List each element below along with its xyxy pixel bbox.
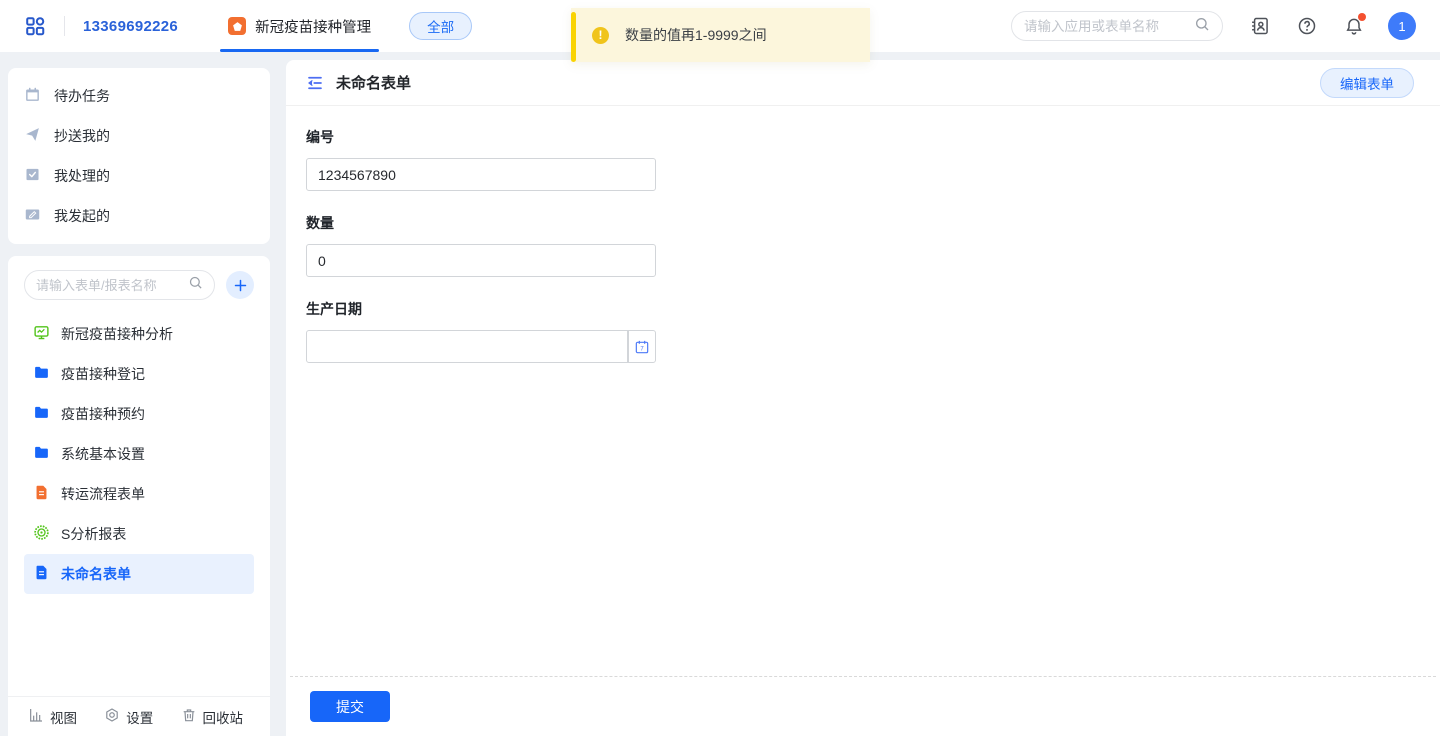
number-field[interactable] [306, 158, 656, 191]
user-phone-number[interactable]: 13369692226 [83, 18, 178, 35]
edit-form-button[interactable]: 编辑表单 [1320, 68, 1414, 98]
footer-label: 设置 [126, 707, 153, 727]
app-logo-icon [228, 17, 246, 35]
tab-vaccine-management[interactable]: 新冠疫苗接种管理 [220, 0, 379, 52]
svg-text:7: 7 [640, 346, 644, 352]
sidebar-item-label: 抄送我的 [54, 126, 110, 146]
user-avatar[interactable]: 1 [1388, 12, 1416, 40]
main-panel: 未命名表单 编辑表单 编号 数量 生产日期 [286, 60, 1440, 736]
footer-label: 视图 [50, 707, 77, 727]
sidebar-item-label: 我处理的 [54, 166, 110, 186]
list-item-vaccine-registration[interactable]: 疫苗接种登记 [24, 354, 254, 394]
list-item-vaccine-appointment[interactable]: 疫苗接种预约 [24, 394, 254, 434]
date-picker-button[interactable]: 7 [628, 330, 656, 363]
list-item-label: S分析报表 [61, 524, 126, 544]
field-label: 编号 [306, 127, 1440, 147]
field-quantity: 数量 [306, 213, 1440, 277]
toast-accent-bar [571, 12, 576, 62]
clipboard-check-icon [24, 166, 41, 186]
toast-message: 数量的值再1-9999之间 [625, 25, 767, 45]
sidebar-forms-panel: 新冠疫苗接种分析 疫苗接种登记 疫苗接种预约 [8, 256, 270, 736]
field-label: 生产日期 [306, 299, 1440, 319]
notification-dot [1358, 13, 1366, 21]
calendar-icon: 7 [634, 339, 650, 355]
sidebar-footer: 视图 设置 回收站 [8, 696, 270, 736]
views-button[interactable]: 视图 [28, 707, 77, 727]
dashboard-icon [33, 324, 50, 344]
list-item-system-settings[interactable]: 系统基本设置 [24, 434, 254, 474]
send-icon [24, 126, 41, 146]
bar-chart-icon [28, 707, 44, 726]
global-search-input[interactable] [1024, 19, 1186, 34]
settings-icon [104, 707, 120, 726]
document-icon [33, 564, 50, 584]
document-icon [33, 484, 50, 504]
folder-icon [33, 364, 50, 384]
list-item-vaccine-analysis[interactable]: 新冠疫苗接种分析 [24, 314, 254, 354]
quantity-field[interactable] [306, 244, 656, 277]
global-search[interactable] [1011, 11, 1223, 41]
list-item-s-analysis-report[interactable]: S分析报表 [24, 514, 254, 554]
collapse-sidebar-icon[interactable] [306, 74, 324, 92]
field-number: 编号 [306, 127, 1440, 191]
form-search[interactable] [24, 270, 215, 300]
form-search-input[interactable] [36, 278, 182, 293]
notifications-bell-icon[interactable] [1344, 16, 1364, 36]
divider [64, 16, 65, 36]
field-production-date: 生产日期 7 [306, 299, 1440, 363]
tab-label: 新冠疫苗接种管理 [255, 16, 371, 37]
filter-all-button[interactable]: 全部 [409, 12, 472, 40]
footer-label: 回收站 [203, 707, 244, 727]
list-item-transport-flow-form[interactable]: 转运流程表单 [24, 474, 254, 514]
target-icon [33, 524, 50, 544]
list-item-unnamed-form[interactable]: 未命名表单 [24, 554, 254, 594]
page-title: 未命名表单 [336, 72, 411, 93]
sidebar-quick-panel: 待办任务 抄送我的 我处理的 [8, 68, 270, 244]
sidebar-item-label: 待办任务 [54, 86, 110, 106]
sidebar-item-todo-tasks[interactable]: 待办任务 [24, 76, 254, 116]
recycle-bin-button[interactable]: 回收站 [181, 707, 244, 727]
search-icon [188, 275, 203, 295]
list-item-label: 新冠疫苗接种分析 [61, 324, 173, 344]
list-item-label: 转运流程表单 [61, 484, 145, 504]
submit-button[interactable]: 提交 [310, 691, 390, 722]
list-item-label: 疫苗接种登记 [61, 364, 145, 384]
apps-grid-icon[interactable] [24, 15, 46, 37]
warning-toast: ! 数量的值再1-9999之间 [571, 8, 870, 62]
sidebar-item-handled-by-me[interactable]: 我处理的 [24, 156, 254, 196]
search-icon [1194, 16, 1210, 37]
folder-icon [33, 404, 50, 424]
sidebar: 待办任务 抄送我的 我处理的 [8, 60, 270, 736]
document-edit-icon [24, 206, 41, 226]
list-item-label: 系统基本设置 [61, 444, 145, 464]
production-date-field[interactable] [306, 330, 628, 363]
list-item-label: 疫苗接种预约 [61, 404, 145, 424]
field-label: 数量 [306, 213, 1440, 233]
forms-list: 新冠疫苗接种分析 疫苗接种登记 疫苗接种预约 [8, 314, 270, 594]
form-footer: 提交 [286, 677, 1440, 736]
contacts-icon[interactable] [1250, 16, 1270, 36]
form-header: 未命名表单 编辑表单 [286, 60, 1440, 106]
list-item-label: 未命名表单 [61, 564, 131, 584]
help-icon[interactable] [1297, 16, 1317, 36]
sidebar-item-initiated-by-me[interactable]: 我发起的 [24, 196, 254, 236]
sidebar-item-cc-to-me[interactable]: 抄送我的 [24, 116, 254, 156]
trash-icon [181, 707, 197, 726]
settings-button[interactable]: 设置 [104, 707, 153, 727]
add-form-button[interactable] [226, 271, 254, 299]
warning-icon: ! [592, 27, 609, 44]
folder-icon [33, 444, 50, 464]
form-body: 编号 数量 生产日期 7 [286, 106, 1440, 676]
calendar-icon [24, 86, 41, 106]
sidebar-item-label: 我发起的 [54, 206, 110, 226]
